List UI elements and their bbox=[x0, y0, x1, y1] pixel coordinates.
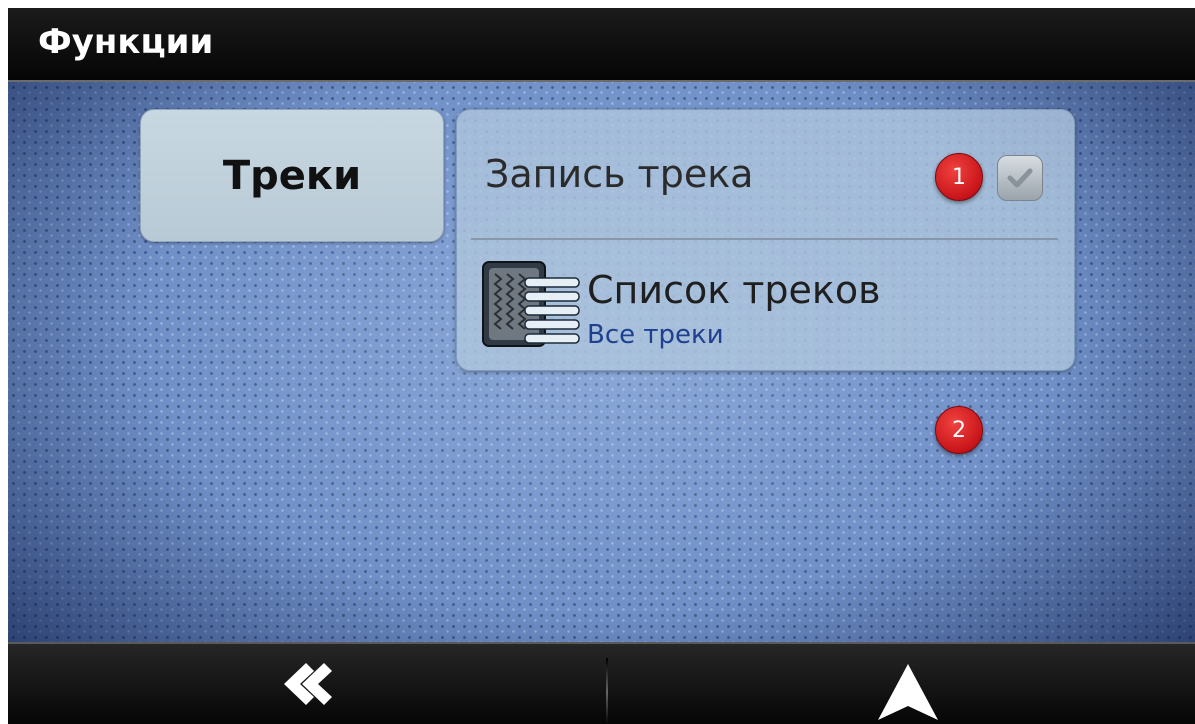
footer-bar bbox=[8, 642, 1195, 724]
page-title: Функции bbox=[38, 22, 214, 62]
back-button[interactable] bbox=[276, 654, 336, 714]
tab-tracks[interactable]: Треки bbox=[140, 109, 444, 242]
footer-separator bbox=[606, 658, 608, 724]
navigation-button[interactable] bbox=[876, 662, 940, 722]
double-chevron-left-icon bbox=[284, 663, 332, 705]
track-list-title: Список треков bbox=[587, 268, 881, 312]
main-area: Треки Запись трека 1 Список треков Все т… bbox=[8, 82, 1195, 642]
callout-badge-2: 2 bbox=[935, 406, 983, 454]
header-bar: Функции bbox=[8, 8, 1195, 82]
record-track-checkbox[interactable] bbox=[997, 155, 1043, 201]
track-list-row[interactable]: Список треков Все треки 2 bbox=[457, 240, 1074, 454]
tab-tracks-label: Треки bbox=[222, 152, 362, 199]
checkmark-icon bbox=[1007, 168, 1033, 188]
callout-badge-1: 1 bbox=[935, 153, 983, 201]
options-panel: Запись трека 1 Список треков Все треки 2 bbox=[456, 109, 1075, 454]
record-track-row[interactable]: Запись трека 1 bbox=[457, 110, 1074, 238]
app-window: Функции Треки Запись трека 1 Список трек… bbox=[8, 8, 1195, 724]
navigation-arrow-icon bbox=[878, 664, 938, 720]
track-list-icon bbox=[481, 258, 583, 350]
record-track-label: Запись трека bbox=[485, 152, 754, 196]
track-list-subtitle: Все треки bbox=[587, 320, 724, 350]
